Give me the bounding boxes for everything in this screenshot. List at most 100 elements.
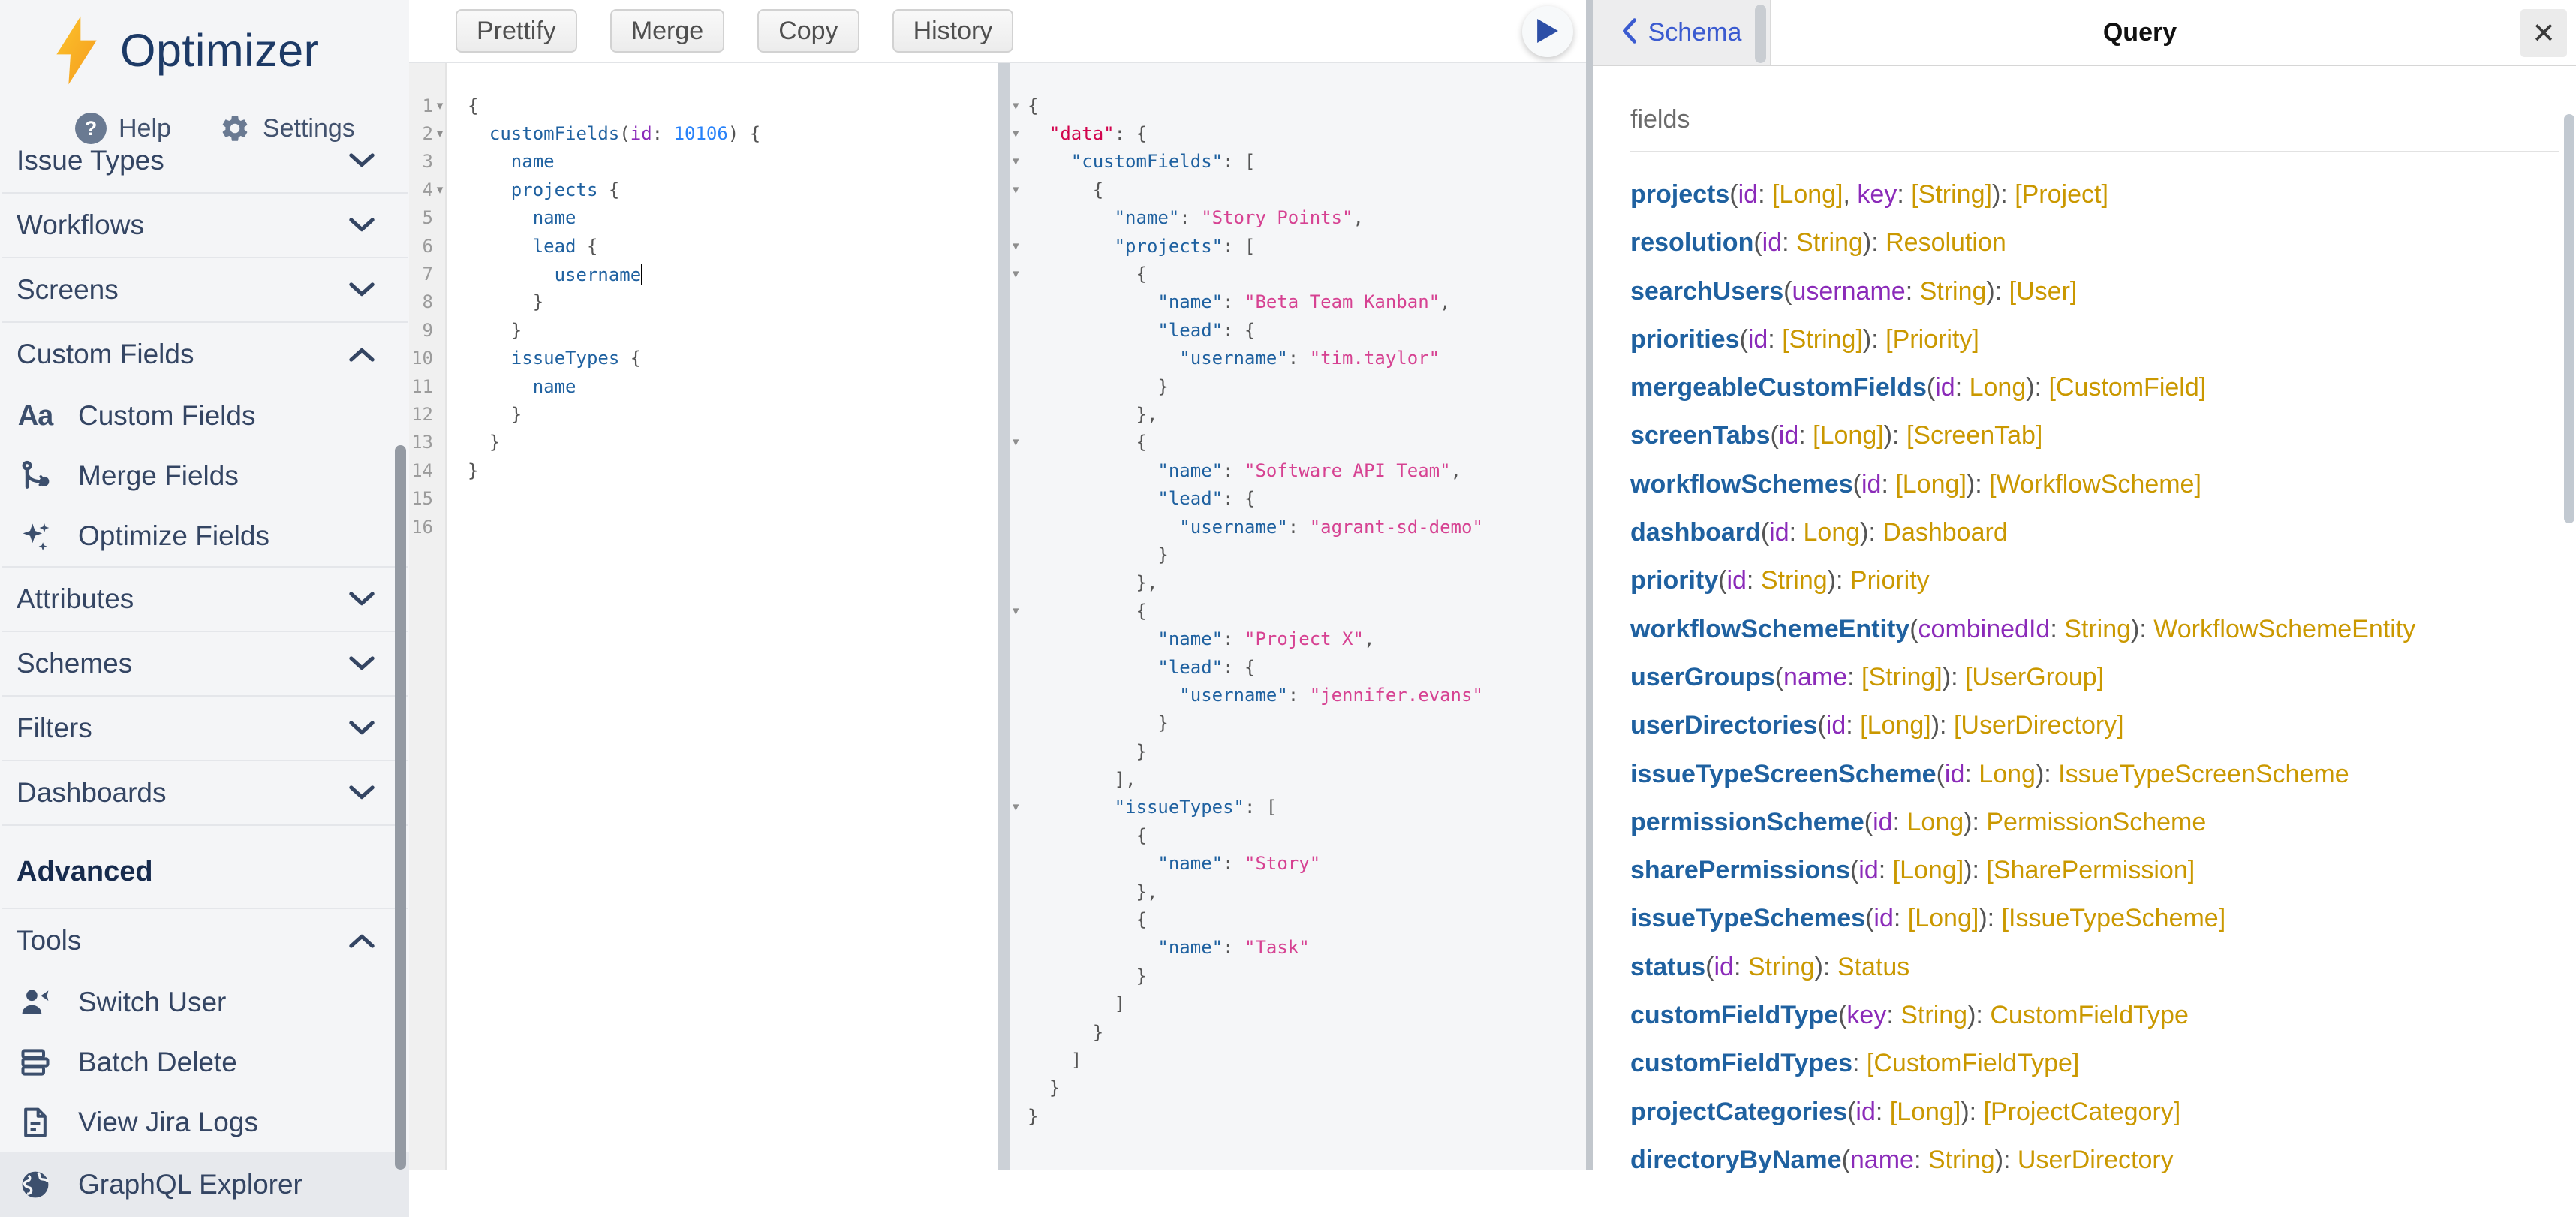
doc-arg-type[interactable]: String xyxy=(2064,615,2131,643)
doc-return-type[interactable]: [User] xyxy=(2009,277,2078,306)
sidebar-item-view-jira-logs[interactable]: View Jira Logs xyxy=(0,1092,409,1152)
doc-return-type[interactable]: [WorkflowScheme] xyxy=(1989,470,2201,499)
doc-arg-type[interactable]: Long xyxy=(1979,760,2036,788)
sidebar-item-schemes[interactable]: Schemes xyxy=(0,632,409,695)
fold-icon[interactable]: ▾ xyxy=(1013,182,1026,197)
fold-icon[interactable]: ▾ xyxy=(433,182,447,197)
fold-icon[interactable]: ▾ xyxy=(433,98,447,113)
sidebar-item-optimize-fields[interactable]: Optimize Fields xyxy=(0,506,409,566)
doc-field-status[interactable]: status(id: String): Status xyxy=(1630,943,2559,991)
sidebar-scrollbar[interactable] xyxy=(395,445,406,1170)
doc-return-type[interactable]: [SharePermission] xyxy=(1986,856,2195,884)
doc-field-issuetypeschemes[interactable]: issueTypeSchemes(id: [Long]): [IssueType… xyxy=(1630,894,2559,942)
doc-return-type[interactable]: [ScreenTab] xyxy=(1906,421,2042,450)
doc-field-issuetypescreenscheme[interactable]: issueTypeScreenScheme(id: Long): IssueTy… xyxy=(1630,750,2559,798)
doc-return-type[interactable]: WorkflowSchemeEntity xyxy=(2153,615,2415,643)
query-editor[interactable]: 1▾{2▾ customFields(id: 10106) {3 name4▾ … xyxy=(409,63,998,1170)
sidebar-item-custom-fields[interactable]: AaCustom Fields xyxy=(0,386,409,446)
doc-arg-type[interactable]: [Long] xyxy=(1895,470,1967,499)
doc-field-priority[interactable]: priority(id: String): Priority xyxy=(1630,556,2559,604)
doc-return-type[interactable]: Status xyxy=(1837,953,1909,981)
sidebar-item-batch-delete[interactable]: Batch Delete xyxy=(0,1032,409,1092)
doc-return-type[interactable]: [Priority] xyxy=(1885,325,1979,354)
fold-icon[interactable]: ▾ xyxy=(1013,126,1026,141)
doc-panel-scrollbar-pill[interactable] xyxy=(1755,5,1766,63)
doc-arg-type[interactable]: [Long] xyxy=(1890,1098,1961,1126)
doc-arg-type[interactable]: String xyxy=(1928,1146,1995,1174)
merge-button[interactable]: Merge xyxy=(610,9,724,53)
fold-icon[interactable]: ▾ xyxy=(1013,239,1026,254)
doc-arg-type[interactable]: Long xyxy=(1970,373,2027,402)
fold-icon[interactable]: ▾ xyxy=(433,126,447,141)
fold-icon[interactable]: ▾ xyxy=(1013,154,1026,169)
doc-arg-type[interactable]: [String] xyxy=(1911,180,1992,209)
sidebar-item-workflows[interactable]: Workflows xyxy=(0,194,409,257)
doc-field-usergroups[interactable]: userGroups(name: [String]): [UserGroup] xyxy=(1630,653,2559,701)
close-button[interactable]: ✕ xyxy=(2520,9,2567,57)
editor-splitter[interactable] xyxy=(998,63,1010,1170)
doc-field-priorities[interactable]: priorities(id: [String]): [Priority] xyxy=(1630,315,2559,363)
doc-return-type[interactable]: Dashboard xyxy=(1882,518,2007,547)
docs-splitter[interactable] xyxy=(1586,0,1593,1170)
doc-return-type[interactable]: [Project] xyxy=(2015,180,2108,209)
sidebar-item-issue-types[interactable]: Issue Types xyxy=(0,129,409,192)
doc-arg-type[interactable]: [Long] xyxy=(1860,711,1931,740)
doc-return-type[interactable]: [UserDirectory] xyxy=(1954,711,2124,740)
doc-arg-type[interactable]: [String] xyxy=(1782,325,1863,354)
doc-field-permissionscheme[interactable]: permissionScheme(id: Long): PermissionSc… xyxy=(1630,798,2559,846)
doc-field-directorybyname[interactable]: directoryByName(name: String): UserDirec… xyxy=(1630,1136,2559,1184)
execute-button[interactable] xyxy=(1522,6,1573,57)
fold-icon[interactable]: ▾ xyxy=(1013,98,1026,113)
doc-return-type[interactable]: [CustomField] xyxy=(2048,373,2206,402)
doc-field-workflowschemes[interactable]: workflowSchemes(id: [Long]): [WorkflowSc… xyxy=(1630,460,2559,508)
doc-return-type[interactable]: CustomFieldType xyxy=(1990,1001,2189,1029)
doc-arg-type[interactable]: [Long] xyxy=(1893,856,1964,884)
prettify-button[interactable]: Prettify xyxy=(456,9,577,53)
doc-field-projectcategories[interactable]: projectCategories(id: [Long]): [ProjectC… xyxy=(1630,1088,2559,1136)
doc-arg-type[interactable]: [Long] xyxy=(1908,904,1979,932)
fold-icon[interactable]: ▾ xyxy=(1013,267,1026,282)
doc-field-customfieldtype[interactable]: customFieldType(key: String): CustomFiel… xyxy=(1630,991,2559,1039)
fold-icon[interactable]: ▾ xyxy=(1013,435,1026,450)
sidebar-item-dashboards[interactable]: Dashboards xyxy=(0,761,409,824)
sidebar-item-attributes[interactable]: Attributes xyxy=(0,568,409,631)
doc-field-sharepermissions[interactable]: sharePermissions(id: [Long]): [SharePerm… xyxy=(1630,846,2559,894)
sidebar-item-custom-fields[interactable]: Custom Fields xyxy=(0,323,409,386)
doc-field-searchusers[interactable]: searchUsers(username: String): [User] xyxy=(1630,267,2559,315)
doc-field-screentabs[interactable]: screenTabs(id: [Long]): [ScreenTab] xyxy=(1630,411,2559,459)
doc-field-workflowschemeentity[interactable]: workflowSchemeEntity(combinedId: String)… xyxy=(1630,605,2559,653)
doc-arg-type[interactable]: String xyxy=(1920,277,1987,306)
doc-arg-type[interactable]: Long xyxy=(1907,808,1964,836)
doc-back-button[interactable]: Schema xyxy=(1593,0,1771,65)
doc-field-mergeablecustomfields[interactable]: mergeableCustomFields(id: Long): [Custom… xyxy=(1630,363,2559,411)
doc-return-type[interactable]: Resolution xyxy=(1885,228,2006,257)
doc-arg-type[interactable]: String xyxy=(1796,228,1863,257)
doc-arg-type[interactable]: [String] xyxy=(1861,663,1943,691)
doc-return-type[interactable]: [IssueTypeScheme] xyxy=(2002,904,2226,932)
doc-arg-type[interactable]: String xyxy=(1900,1001,1967,1029)
sidebar-item-graphql-explorer[interactable]: GraphQL Explorer xyxy=(0,1152,409,1217)
doc-arg-type[interactable]: [Long] xyxy=(1772,180,1843,209)
doc-return-type[interactable]: UserDirectory xyxy=(2018,1146,2174,1174)
doc-return-type[interactable]: [ProjectCategory] xyxy=(1984,1098,2181,1126)
doc-arg-type[interactable]: String xyxy=(1748,953,1815,981)
fold-icon[interactable]: ▾ xyxy=(1013,800,1026,815)
doc-field-dashboard[interactable]: dashboard(id: Long): Dashboard xyxy=(1630,508,2559,556)
sidebar-item-tools[interactable]: Tools xyxy=(0,909,409,972)
sidebar-item-switch-user[interactable]: Switch User xyxy=(0,972,409,1032)
doc-return-type[interactable]: [UserGroup] xyxy=(1965,663,2104,691)
doc-return-type[interactable]: Priority xyxy=(1850,566,1930,595)
doc-return-type[interactable]: [CustomFieldType] xyxy=(1867,1049,2079,1077)
copy-button[interactable]: Copy xyxy=(757,9,859,53)
doc-field-resolution[interactable]: resolution(id: String): Resolution xyxy=(1630,218,2559,267)
sidebar-item-screens[interactable]: Screens xyxy=(0,258,409,321)
sidebar-item-merge-fields[interactable]: Merge Fields xyxy=(0,446,409,506)
doc-scrollbar[interactable] xyxy=(2564,114,2574,523)
doc-field-customfieldtypes[interactable]: customFieldTypes: [CustomFieldType] xyxy=(1630,1039,2559,1087)
doc-field-projects[interactable]: projects(id: [Long], key: [String]): [Pr… xyxy=(1630,170,2559,218)
doc-return-type[interactable]: PermissionScheme xyxy=(1986,808,2206,836)
history-button[interactable]: History xyxy=(892,9,1014,53)
doc-arg-type[interactable]: String xyxy=(1761,566,1828,595)
sidebar-item-filters[interactable]: Filters xyxy=(0,697,409,760)
doc-field-userdirectories[interactable]: userDirectories(id: [Long]): [UserDirect… xyxy=(1630,701,2559,749)
